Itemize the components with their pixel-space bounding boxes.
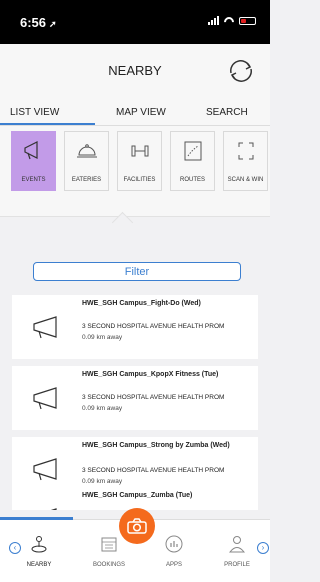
category-routes[interactable]: ROUTES (170, 131, 215, 191)
category-scan-win[interactable]: SCAN & WIN (223, 131, 268, 191)
nav-apps[interactable]: APPS (144, 534, 204, 568)
wifi-icon (224, 17, 234, 25)
clock-time: 6:56 (20, 15, 47, 30)
list-item[interactable]: HWE_SGH Campus_Fight-Do (Wed) 3 SECOND H… (12, 295, 258, 359)
tab-map-view[interactable]: MAP VIEW (116, 107, 166, 118)
location-arrow-icon: ➚ (49, 19, 57, 29)
tab-search[interactable]: SEARCH (206, 107, 248, 118)
nav-bar: NEARBY (0, 44, 270, 100)
refresh-icon[interactable] (226, 56, 256, 86)
megaphone-icon (23, 141, 38, 160)
event-address: 3 SECOND HOSPITAL AVENUE HEALTH PROM (82, 323, 225, 330)
scroll-right-button[interactable]: › (257, 542, 269, 554)
event-distance: 0.09 km away (82, 478, 123, 485)
map-icon (184, 141, 201, 161)
nearby-icon (31, 536, 47, 553)
apps-icon (165, 535, 183, 553)
nav-label: BOOKINGS (92, 562, 125, 568)
category-bar: EVENTS EATERIES FACILITIES ROUTES SCAN &… (0, 126, 270, 216)
scroll-left-button[interactable]: ‹ (9, 542, 21, 554)
megaphone-icon (33, 316, 57, 339)
category-label: EVENTS (21, 177, 46, 183)
event-name: HWE_SGH Campus_Zumba (Tue) (82, 492, 193, 499)
event-name: HWE_SGH Campus_KpopX Fitness (Tue) (82, 371, 219, 378)
tab-list-view[interactable]: LIST VIEW (10, 107, 59, 118)
calendar-icon (101, 537, 117, 552)
cloche-icon (76, 144, 97, 158)
event-name: HWE_SGH Campus_Strong by Zumba (Wed) (82, 442, 230, 449)
megaphone-icon (50, 508, 57, 510)
event-distance: 0.09 km away (82, 405, 123, 412)
category-label: ROUTES (179, 177, 205, 183)
event-distance: 0.09 km away (82, 334, 123, 341)
nav-label: NEARBY (26, 562, 52, 568)
camera-icon (127, 518, 147, 534)
event-address: 3 SECOND HOSPITAL AVENUE HEALTH PROM (82, 394, 225, 401)
category-label: FACILITIES (123, 177, 156, 183)
signal-icon (208, 16, 219, 25)
megaphone-icon (33, 458, 57, 481)
event-name: HWE_SGH Campus_Fight-Do (Wed) (82, 300, 201, 307)
event-address: 3 SECOND HOSPITAL AVENUE HEALTH PROM (82, 467, 225, 474)
megaphone-icon (33, 387, 57, 410)
clock: 6:56 ➚ (20, 15, 57, 30)
scan-icon (238, 142, 253, 160)
nav-label: PROFILE (224, 562, 250, 568)
event-list[interactable]: HWE_SGH Campus_Fight-Do (Wed) 3 SECOND H… (12, 295, 258, 510)
dumbbell-icon (131, 145, 148, 157)
category-label: EATERIES (71, 177, 102, 183)
category-label: SCAN & WIN (227, 177, 264, 183)
category-facilities[interactable]: FACILITIES (117, 131, 162, 191)
category-eateries[interactable]: EATERIES (64, 131, 109, 191)
nav-label: APPS (165, 562, 182, 568)
view-tabs: LIST VIEW MAP VIEW SEARCH (0, 100, 270, 126)
battery-icon (239, 17, 256, 25)
list-item[interactable]: HWE_SGH Campus_KpopX Fitness (Tue) 3 SEC… (12, 366, 258, 430)
status-bar: 6:56 ➚ (0, 0, 270, 44)
camera-button[interactable] (119, 508, 155, 544)
status-icons (208, 16, 256, 25)
category-events[interactable]: EVENTS (11, 131, 56, 191)
filter-button[interactable]: Filter (33, 262, 241, 281)
person-icon (228, 536, 246, 553)
list-item[interactable]: HWE_SGH Campus_Zumba (Tue) (12, 487, 258, 510)
active-tab-indicator (0, 517, 73, 520)
